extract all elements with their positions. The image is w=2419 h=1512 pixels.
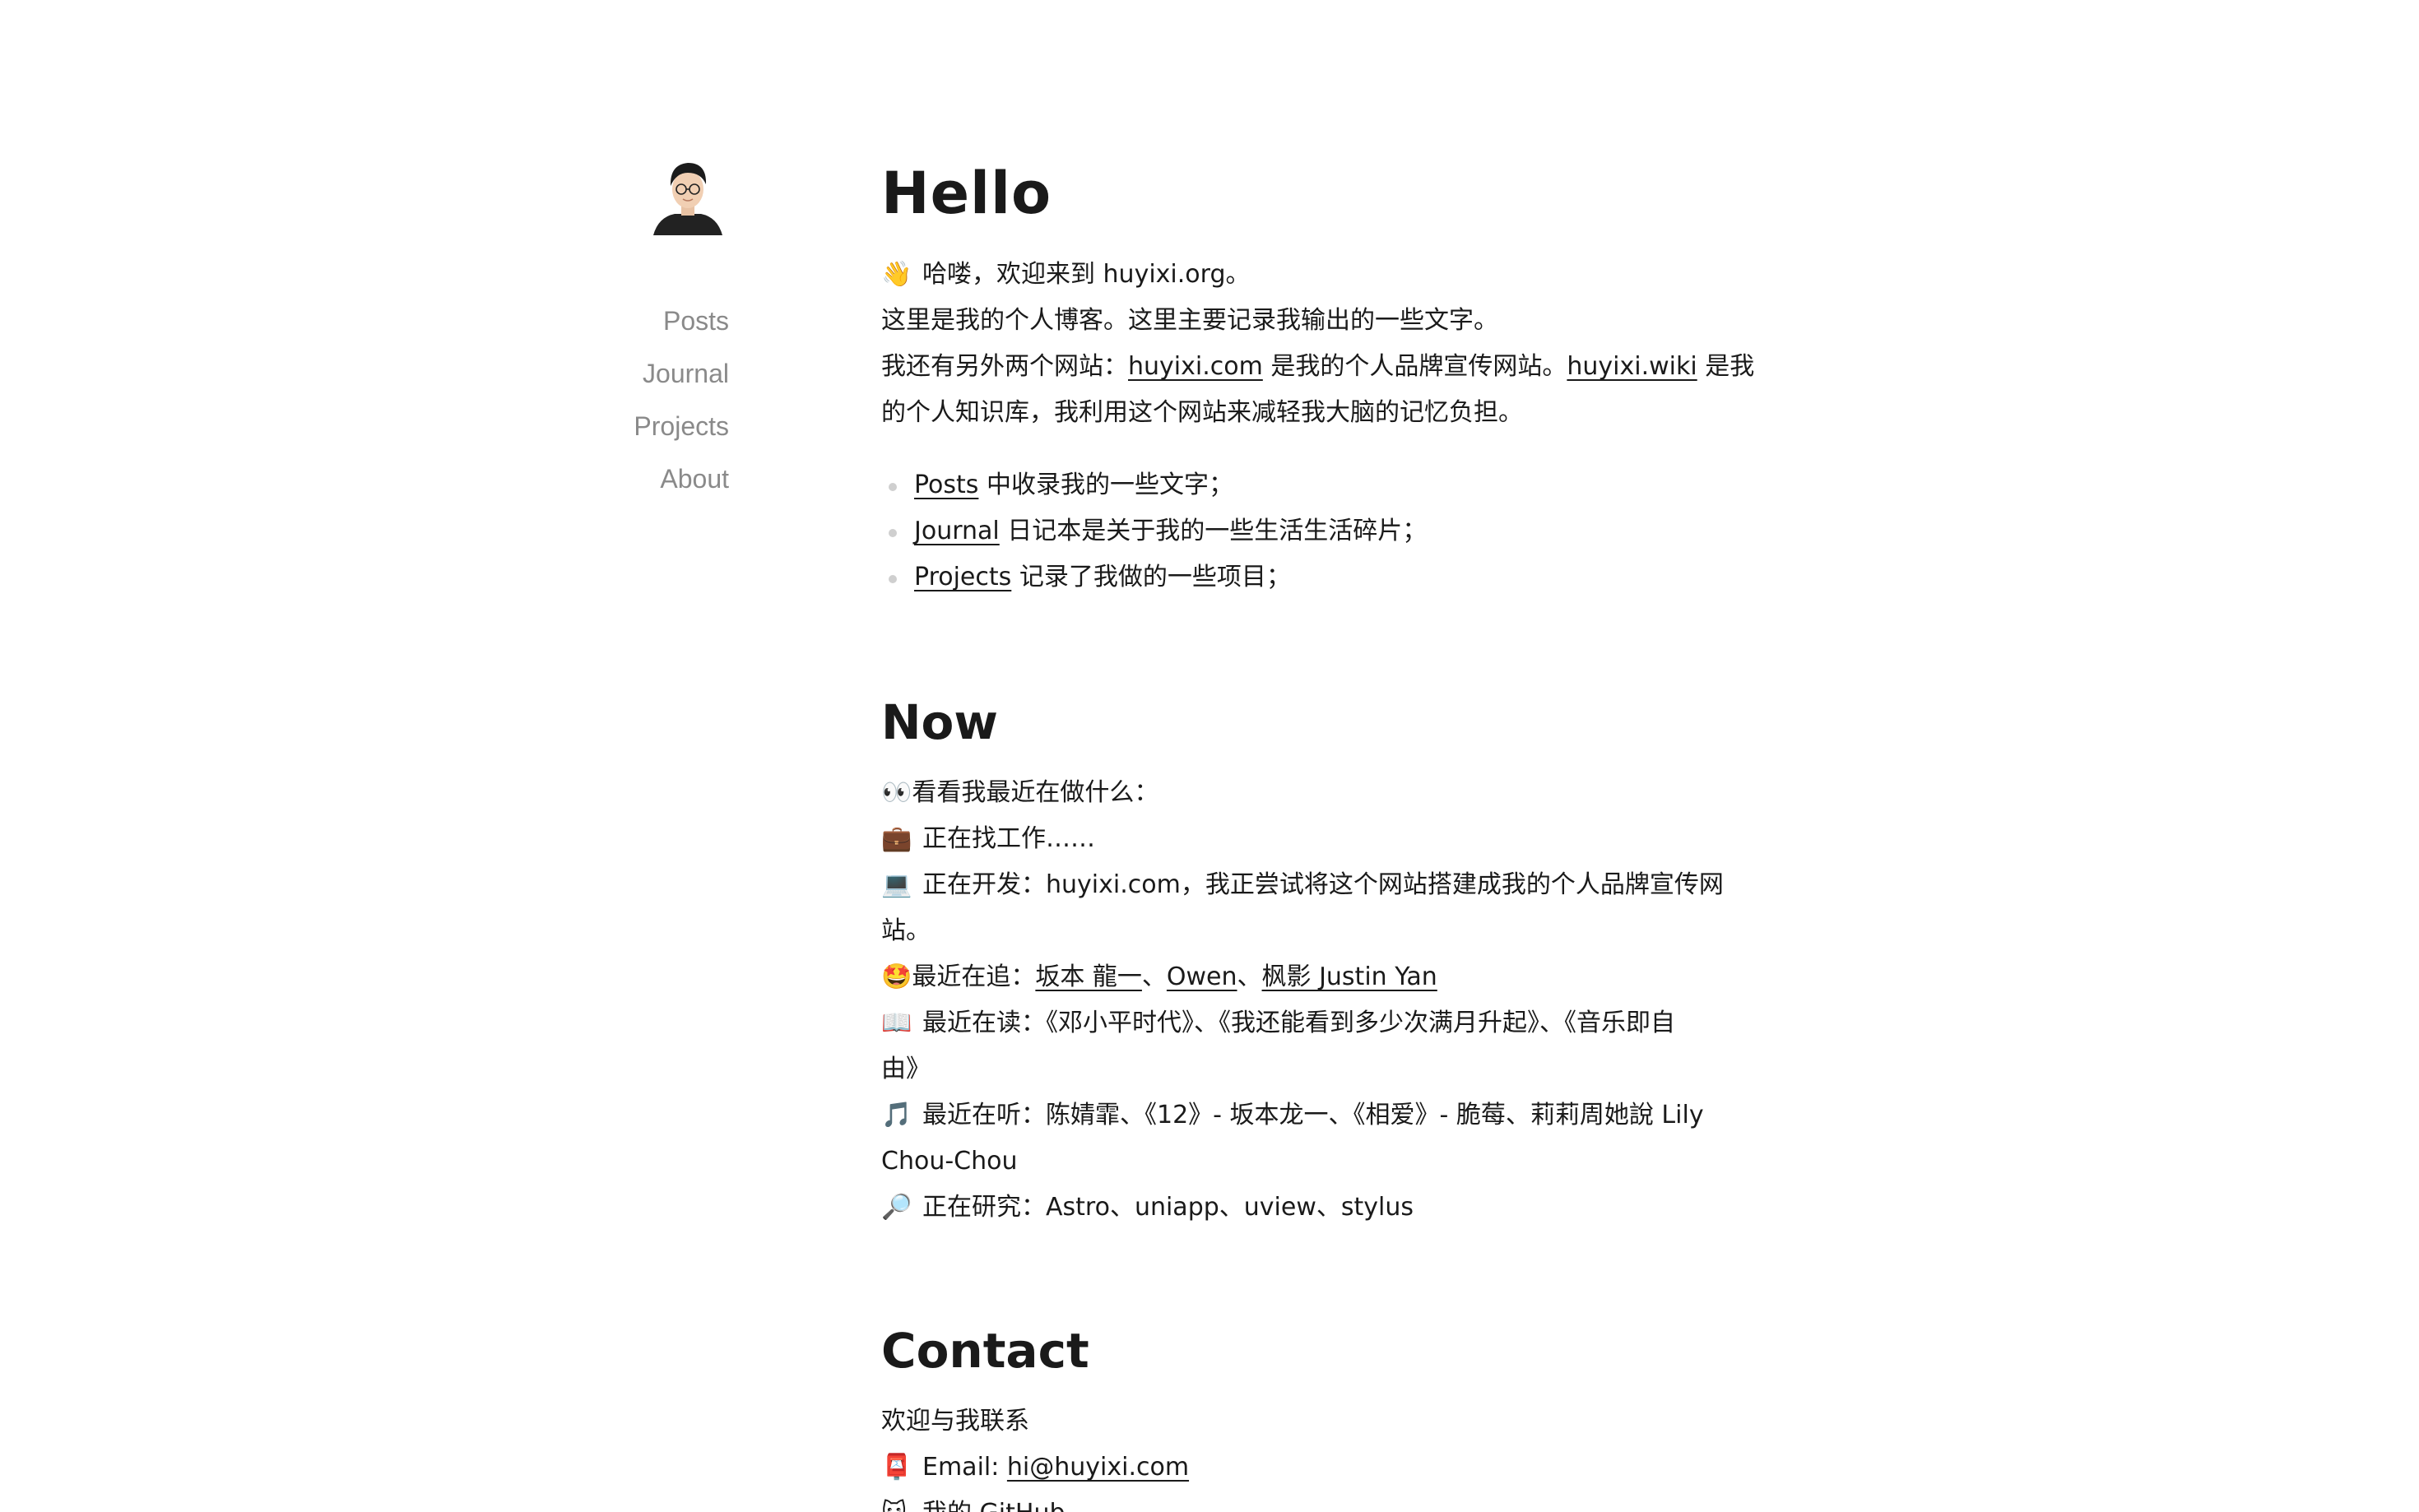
mailbox-icon: 📮 [881, 1453, 912, 1482]
now-dev-cont: 站。 [881, 916, 931, 945]
list-item: Projects 记录了我做的一些项目； [881, 554, 1803, 601]
cat-icon: 🐱 [881, 1491, 914, 1512]
now-follow: 🤩最近在追：坂本 龍一、Owen、枫影 Justin Yan [881, 962, 1437, 991]
now-listen: 🎵 最近在听：陈婧霏、《12》- 坂本龙一、《相爱》- 脆莓、莉莉周她說 Lily [881, 1092, 1803, 1139]
nav-item-posts[interactable]: Posts [576, 295, 729, 347]
link-huyixi-wiki[interactable]: huyixi.wiki [1567, 352, 1697, 381]
now-title: Now [881, 694, 998, 750]
link-posts[interactable]: Posts [914, 471, 978, 499]
now-listen-cont: Chou-Chou [881, 1147, 1018, 1176]
contact-title: Contact [881, 1323, 1089, 1379]
link-journal[interactable]: Journal [914, 517, 1000, 545]
eyes-icon: 👀 [881, 778, 912, 807]
link-projects[interactable]: Projects [914, 563, 1011, 591]
waving-hand-icon: 👋 [881, 260, 912, 289]
now-section: Now 👀看看我最近在做什么： 💼 正在找工作…… 💻 正在开发：huyixi.co… [881, 688, 1803, 1231]
avatar-image [653, 163, 722, 235]
briefcase-icon: 💼 [881, 824, 912, 853]
link-email[interactable]: hi@huyixi.com [1007, 1453, 1189, 1482]
main-content: Hello 👋 哈喽，欢迎来到 huyixi.org。 这里是我的个人博客。这里主… [881, 148, 1803, 1512]
hello-line-3: 我还有另外两个网站：huyixi.com 是我的个人品牌宣传网站。huyixi.… [881, 352, 1755, 381]
sections-list: Posts 中收录我的一些文字； Journal 日记本是关于我的一些生活生活碎… [881, 462, 1803, 601]
hello-line-1: 👋 哈喽，欢迎来到 huyixi.org。 [881, 252, 1803, 298]
sidebar: Posts Journal Projects About [576, 153, 729, 505]
open-book-icon: 📖 [881, 1009, 912, 1037]
laptop-icon: 💻 [881, 870, 912, 899]
now-dev: 💻 正在开发：huyixi.com，我正尝试将这个网站搭建成我的个人品牌宣传网 [881, 862, 1803, 908]
hello-line-2: 这里是我的个人博客。这里主要记录我输出的一些文字。 [881, 306, 1498, 335]
nav-menu: Posts Journal Projects About [576, 295, 729, 505]
list-item: Posts 中收录我的一些文字； [881, 462, 1803, 508]
contact-github: 🐱 我的 GitHub [881, 1491, 1803, 1512]
contact-email: 📮 Email: hi@huyixi.com [881, 1445, 1803, 1491]
link-owen[interactable]: Owen [1167, 962, 1237, 991]
hello-line-4: 的个人知识库，我利用这个网站来减轻我大脑的记忆负担。 [881, 398, 1523, 427]
now-read: 📖 最近在读：《邓小平时代》、《我还能看到多少次满月升起》、《音乐即自 [881, 1000, 1803, 1046]
music-note-icon: 🎵 [881, 1101, 912, 1129]
star-struck-icon: 🤩 [881, 962, 912, 991]
now-research: 🔎 正在研究：Astro、uniapp、uview、stylus [881, 1185, 1803, 1231]
now-job: 💼 正在找工作…… [881, 816, 1803, 862]
contact-section: Contact 欢迎与我联系 📮Email: hi@huyixi.com 🐱 我的… [881, 1316, 1803, 1512]
avatar[interactable] [647, 153, 729, 235]
nav-item-about[interactable]: About [576, 452, 729, 505]
now-intro: 👀看看我最近在做什么： [881, 778, 1159, 807]
now-read-cont: 由》 [881, 1055, 931, 1083]
hello-title: Hello [881, 160, 1052, 227]
link-justin-yan[interactable]: 枫影 Justin Yan [1262, 962, 1437, 991]
nav-item-journal[interactable]: Journal [576, 347, 729, 400]
link-huyixi-com[interactable]: huyixi.com [1128, 352, 1263, 381]
link-sakamoto[interactable]: 坂本 龍一 [1035, 962, 1142, 991]
list-item: Journal 日记本是关于我的一些生活生活碎片； [881, 508, 1803, 554]
link-github[interactable]: 我的 GitHub [922, 1499, 1066, 1512]
nav-item-projects[interactable]: Projects [576, 400, 729, 452]
hello-section: Hello 👋 哈喽，欢迎来到 huyixi.org。 这里是我的个人博客。这里主… [881, 148, 1803, 601]
magnifier-icon: 🔎 [881, 1193, 912, 1222]
contact-intro: 欢迎与我联系 [881, 1407, 1029, 1435]
